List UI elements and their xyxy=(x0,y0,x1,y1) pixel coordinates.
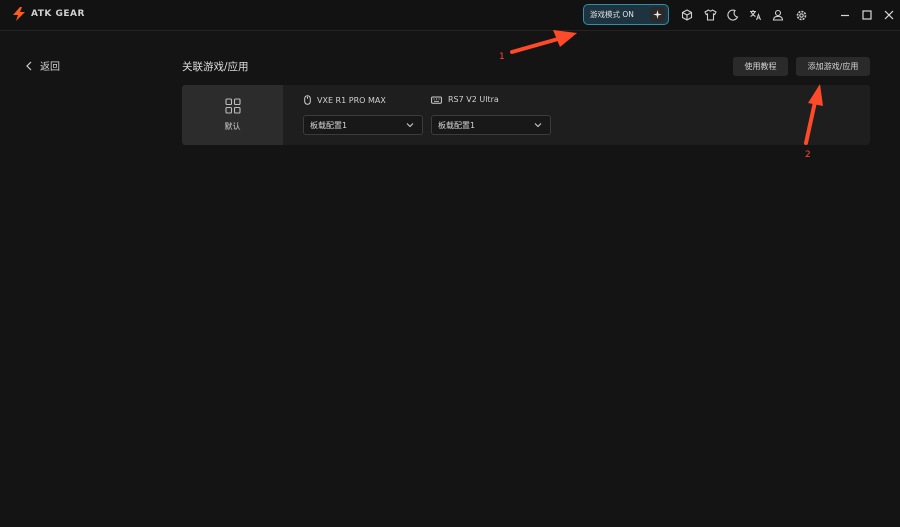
annotation-arrows xyxy=(510,30,823,145)
annotation-arrow-2 xyxy=(804,84,823,145)
annotation-label-2: 2 xyxy=(805,150,811,160)
annotation-label-1: 1 xyxy=(499,52,505,62)
annotation-arrow-1 xyxy=(510,30,577,54)
